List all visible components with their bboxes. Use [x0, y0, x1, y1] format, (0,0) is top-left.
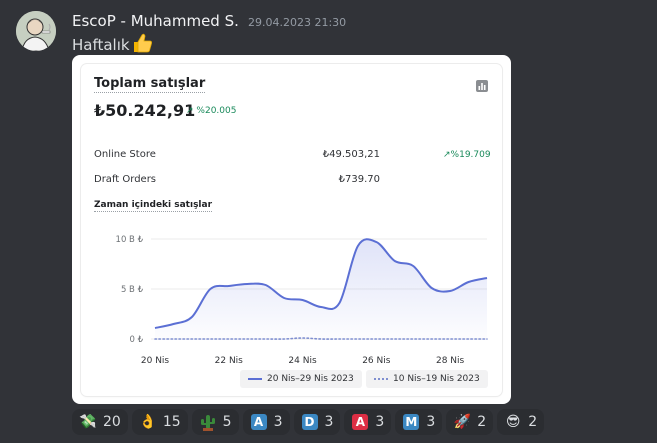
letter-a-blue-icon: A	[250, 413, 268, 431]
reaction-count: 20	[103, 414, 121, 430]
letter-box: D	[301, 414, 318, 430]
row-value-draft-orders: ₺739.70	[338, 174, 380, 185]
total-change: ↗ %20.005	[186, 106, 236, 116]
reaction-count: 3	[375, 414, 385, 430]
y-tick-label: 0 ₺	[129, 335, 143, 345]
rocket-icon: 🚀	[453, 414, 471, 430]
sales-screenshot-attachment[interactable]: Toplam satışlar ₺50.242,91 ↗ %20.005 Onl…	[72, 55, 511, 404]
reaction-button[interactable]: 💸 20	[72, 409, 128, 435]
reaction-button[interactable]: 5	[191, 409, 239, 435]
reaction-count: 2	[477, 414, 487, 430]
reaction-button[interactable]: 😎 2	[497, 409, 545, 435]
legend-previous-label: 10 Nis–19 Nis 2023	[393, 374, 480, 384]
total-change-value: %20.005	[196, 106, 237, 116]
ok-hand-icon: 👌	[139, 414, 157, 430]
legend-dotted-line-icon	[374, 378, 388, 380]
legend-previous[interactable]: 10 Nis–19 Nis 2023	[366, 370, 488, 388]
reaction-button[interactable]: 👌 15	[131, 409, 188, 435]
letter-d-blue-icon: D	[301, 413, 319, 431]
reaction-button[interactable]: M3	[395, 409, 443, 435]
thumbs-up-icon	[131, 33, 153, 57]
reaction-count: 3	[426, 414, 436, 430]
letter-box: M	[403, 414, 420, 430]
row-label-online-store: Online Store	[94, 149, 156, 160]
legend-current[interactable]: 20 Nis–29 Nis 2023	[240, 370, 362, 388]
legend-current-label: 20 Nis–29 Nis 2023	[267, 374, 354, 384]
message-timestamp: 29.04.2023 21:30	[247, 16, 347, 29]
row-change-online-store: ↗%19.709	[443, 150, 491, 160]
message-content: Haftalık	[72, 33, 153, 57]
x-tick-label: 20 Nis	[141, 356, 170, 366]
reaction-button[interactable]: A3	[344, 409, 392, 435]
panel-title: Toplam satışlar	[94, 76, 206, 93]
reaction-button[interactable]: A3	[242, 409, 290, 435]
username[interactable]: EscoP - Muhammed S.	[72, 12, 239, 30]
row-change-value: %19.709	[450, 150, 491, 160]
cactus-emote-icon	[199, 413, 217, 431]
legend-solid-line-icon	[248, 378, 262, 380]
row-value-online-store: ₺49.503,21	[322, 149, 380, 160]
sales-panel: Toplam satışlar ₺50.242,91 ↗ %20.005 Onl…	[81, 64, 502, 396]
y-tick-label: 10 B ₺	[116, 235, 144, 245]
message-text: Haftalık	[72, 36, 130, 54]
reaction-count: 3	[273, 414, 283, 430]
chart-subtitle: Zaman içindeki satışlar	[94, 200, 213, 212]
y-tick-label: 5 B ₺	[121, 285, 144, 295]
letter-a-red-icon: A	[351, 413, 369, 431]
reaction-count: 5	[222, 414, 232, 430]
money-with-wings-icon: 💸	[79, 414, 97, 430]
x-tick-label: 26 Nis	[362, 356, 391, 366]
sunglasses-face-icon: 😎	[505, 414, 521, 430]
reaction-count: 15	[162, 414, 181, 430]
bar-chart-icon	[476, 77, 488, 96]
message-header: EscoP - Muhammed S. 29.04.2023 21:30	[72, 11, 346, 30]
reactions-bar: 💸 20 👌 15 5 A 3 D 3 A 3 M 3 🚀 2 😎 2	[72, 409, 545, 435]
total-sales-value: ₺50.242,91	[94, 101, 196, 120]
reaction-count: 3	[324, 414, 334, 430]
reaction-button[interactable]: 🚀 2	[446, 409, 494, 435]
letter-box: A	[250, 414, 267, 430]
x-tick-label: 22 Nis	[215, 356, 244, 366]
sales-line-chart: 10 B ₺ 5 B ₺ 0 ₺ 20 Nis 22 Nis 24 Nis 26 Nis 28…	[116, 235, 488, 366]
reaction-count: 2	[528, 414, 538, 430]
x-tick-label: 28 Nis	[436, 356, 465, 366]
avatar[interactable]	[16, 11, 56, 51]
row-label-draft-orders: Draft Orders	[94, 174, 157, 185]
letter-box: A	[352, 414, 369, 430]
reaction-button[interactable]: D3	[293, 409, 341, 435]
letter-m-blue-icon: M	[402, 413, 420, 431]
trend-up-icon: ↗	[443, 150, 451, 160]
x-tick-label: 24 Nis	[288, 356, 317, 366]
trend-up-icon: ↗	[186, 106, 194, 116]
